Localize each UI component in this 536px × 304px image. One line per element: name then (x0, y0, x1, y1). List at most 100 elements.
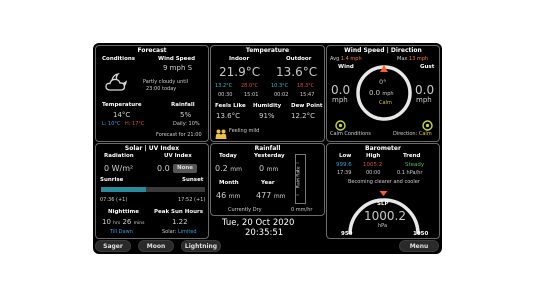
baro-forecast-text: Becoming clearer and cooler (348, 179, 420, 185)
sunrise-time: 07:36 (+1) (100, 197, 128, 203)
direction-icon (422, 116, 433, 131)
temperature-title: Temperature (245, 47, 290, 54)
dial-direction: 0° (379, 78, 387, 86)
wind-avg: Avg 1.4 mph (330, 56, 362, 62)
radiation-value: 0 W/m² (104, 164, 134, 173)
outdoor-value: 13.6°C (276, 65, 318, 79)
forecast-rainfall-daily: Daily: 10% (173, 121, 200, 127)
gust-label: Gust (420, 64, 435, 70)
wind-label: Wind (338, 64, 354, 70)
baro-high-time: 00:00 (366, 170, 381, 176)
indoor-high-time: 15:01 (244, 92, 259, 98)
windspeed-value: 9 mph S (163, 64, 193, 72)
baro-low-label: Low (339, 153, 352, 159)
calm-conditions-icon (335, 116, 346, 131)
forecast-summary-line2: 23:00 today (146, 86, 177, 92)
rainfall-title: Rainfall (254, 145, 281, 152)
indoor-high: 28.0°C (241, 83, 259, 89)
temperature-panel[interactable]: Temperature Indoor Outdoor 21.9°C 13.6°C… (210, 45, 325, 142)
weather-display: Forecast Conditions Wind Speed 9 mph S P… (93, 43, 442, 254)
outdoor-low: 10.3°C (271, 83, 289, 89)
indoor-low: 13.2°C (215, 83, 233, 89)
forecast-panel[interactable]: Forecast Conditions Wind Speed 9 mph S P… (95, 45, 209, 142)
sunrise-label: Sunrise (100, 177, 124, 183)
forecast-title: Forecast (137, 47, 167, 54)
wind-panel[interactable]: Wind Speed | Direction Avg 1.4 mph Max 1… (326, 45, 440, 142)
wind-speed-unit: mph (332, 96, 348, 104)
rain-year-value: 477 mm (256, 191, 286, 200)
wind-max: Max 13 mph (397, 56, 429, 62)
wind-direction: Direction: Calm (393, 131, 432, 137)
current-time: 20:35:51 (245, 228, 284, 238)
rain-rate-value: 0 mm/hr (291, 207, 313, 213)
baro-trend-value: Steady (405, 162, 425, 168)
baro-scale-max: 1050 (413, 231, 429, 237)
nighttime-value: 10 hrs 26 mins (102, 218, 145, 226)
radiation-label: Radiation (104, 153, 134, 159)
dew-point-label: Dew Point (291, 103, 323, 109)
rainfall-panel[interactable]: Rainfall Today Yesterday 0.2 mm 0 mm Mon… (210, 143, 325, 216)
outdoor-low-time: 00:02 (274, 92, 289, 98)
peak-sun-value: 1.22 (172, 218, 188, 226)
baro-scale-min: 950 (341, 231, 353, 237)
till-dawn-text: Till Dawn (110, 229, 133, 235)
baro-trend-rate: 0.1 hPa/hr (397, 170, 423, 176)
outdoor-label: Outdoor (286, 56, 312, 62)
forecast-rainfall-label: Rainfall (171, 102, 195, 108)
menu-button[interactable]: Menu (399, 240, 439, 252)
forecast-summary-line1: Partly cloudy until (143, 79, 188, 85)
baro-high-value: 1005.2 (363, 162, 383, 168)
rain-today-value: 0.2 mm (215, 164, 242, 173)
barometer-panel[interactable]: Barometer Low High Trend 999.6 1005.2 St… (326, 143, 440, 239)
uv-none-badge: None (173, 164, 197, 173)
rain-status: Currently Dry (228, 207, 262, 213)
barometer-title: Barometer (365, 145, 401, 152)
dial-state: Calm (379, 100, 392, 106)
outdoor-high: 18.3°C (297, 83, 315, 89)
daylight-bar (101, 187, 205, 192)
moon-button[interactable]: Moon (138, 240, 174, 252)
solar-status: Solar: Limited (162, 229, 197, 235)
current-date: Tue, 20 Oct 2020 (222, 218, 295, 228)
rain-rate-label: Rain Rate (296, 166, 302, 189)
wind-title: Wind Speed | Direction (344, 47, 422, 54)
conditions-label: Conditions (102, 56, 136, 62)
slp-unit: hPa (378, 223, 388, 229)
feeling-text: Feeling mild (229, 128, 260, 134)
slp-label: SLP (377, 201, 389, 207)
baro-low-value: 999.6 (336, 162, 352, 168)
sunset-label: Sunset (182, 177, 204, 183)
peak-sun-label: Peak Sun Hours (154, 209, 204, 215)
sager-button[interactable]: Sager (95, 240, 131, 252)
daylight-bar-fill (101, 187, 146, 192)
dew-point-value: 12.2°C (291, 112, 315, 120)
solar-title: Solar | UV Index (124, 145, 180, 152)
forecast-footer: Forecast for 21:00 (156, 132, 202, 138)
rain-month-label: Month (219, 180, 239, 186)
uv-index-value: 0.0 (157, 164, 170, 173)
windspeed-label: Wind Speed (158, 56, 196, 62)
sunset-time: 17:52 (+1) (178, 197, 206, 203)
nighttime-label: Nighttime (108, 209, 139, 215)
rain-year-label: Year (261, 180, 275, 186)
baro-high-label: High (366, 153, 381, 159)
feels-like-label: Feels Like (215, 103, 246, 109)
gust-speed-unit: mph (416, 96, 432, 104)
lightning-button[interactable]: Lightning (181, 240, 221, 252)
forecast-high: H: 17°C (125, 121, 145, 127)
dial-speed: 0.0 mph (369, 89, 394, 97)
cloud-moon-icon (104, 70, 134, 94)
indoor-value: 21.9°C (219, 65, 261, 79)
calm-conditions-text: Calm Conditions (330, 131, 371, 137)
feels-like-value: 13.6°C (216, 112, 240, 120)
indoor-low-time: 00:30 (218, 92, 233, 98)
solar-panel[interactable]: Solar | UV Index Radiation UV Index 0 W/… (95, 143, 209, 239)
forecast-temperature-label: Temperature (102, 102, 142, 108)
baro-low-time: 17:39 (337, 170, 352, 176)
indoor-label: Indoor (229, 56, 250, 62)
people-icon (215, 125, 227, 139)
forecast-temperature-value: 14°C (113, 111, 131, 119)
humidity-label: Humidity (253, 103, 282, 109)
baro-trend-label: Trend (403, 153, 421, 159)
forecast-rainfall-value: 5% (180, 111, 192, 119)
